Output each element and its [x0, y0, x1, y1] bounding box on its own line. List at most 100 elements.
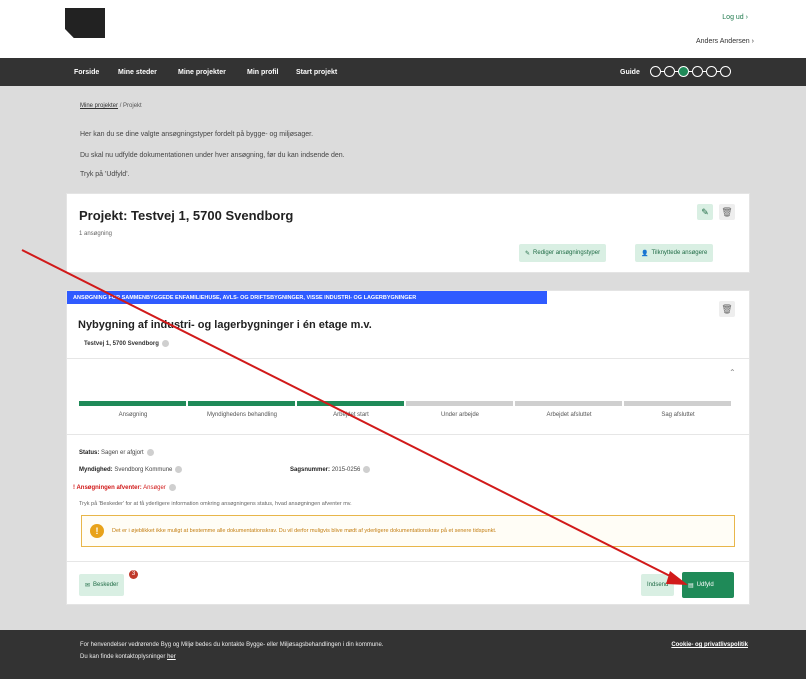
user-name[interactable]: Anders Andersen › [696, 38, 754, 45]
warning-text: Det er i øjeblikket ikke muligt at beste… [112, 528, 497, 534]
footer-contact-link[interactable]: her [167, 654, 176, 660]
delete-project-button[interactable]: 🗑 [719, 204, 735, 220]
guide-step[interactable] [664, 66, 675, 77]
trash-icon: 🗑 [721, 303, 733, 314]
submit-button[interactable]: Indsend [641, 574, 675, 596]
cookie-policy-link[interactable]: Cookie- og privatlivspolitik [671, 642, 748, 648]
chevron-right-icon: › [745, 14, 748, 21]
project-title: Projekt: Testvej 1, 5700 Svendborg [79, 208, 294, 223]
envelope-icon: ✉ [85, 582, 91, 589]
application-address: Testvej 1, 5700 Svendborg [84, 340, 169, 347]
awaits-label: ! Ansøgningen afventer: [73, 485, 142, 492]
project-card: Projekt: Testvej 1, 5700 Svendborg 1 ans… [66, 193, 750, 273]
messages-label: Beskeder [93, 582, 119, 588]
fill-out-label: Udfyld [696, 582, 714, 588]
pencil-icon: ✎ [701, 206, 709, 217]
edit-project-button[interactable]: ✎ [697, 204, 713, 220]
linked-applicants-button[interactable]: 👤 Tilknyttede ansøgere [635, 244, 714, 262]
authority-value: Svendborg Kommune [114, 467, 173, 474]
nav-item-mine-steder[interactable]: Mine steder [118, 69, 157, 76]
authority-line: Myndighed: Svendborg Kommune [79, 466, 183, 474]
breadcrumb-link-mine-projekter[interactable]: Mine projekter [80, 103, 118, 109]
application-card: ANSØGNING FOR SAMMENBYGGEDE ENFAMILIEHUS… [66, 290, 750, 605]
chevron-up-icon[interactable]: ⌃ [729, 368, 736, 377]
intro-line-2: Du skal nu udfylde dokumentationen under… [80, 152, 345, 159]
user-name-label: Anders Andersen [696, 38, 750, 45]
intro-line-1: Her kan du se dine valgte ansøgningstype… [80, 131, 314, 138]
status-label: Status: [79, 450, 100, 457]
divider [67, 358, 749, 359]
progress-step-bar [297, 401, 404, 406]
fill-out-button[interactable]: ▤ Udfyld [682, 572, 734, 598]
logo[interactable] [65, 8, 105, 38]
guide-step[interactable] [720, 66, 731, 77]
guide-step[interactable] [692, 66, 703, 77]
linked-applicants-label: Tilknyttede ansøgere [651, 250, 708, 256]
divider [67, 434, 749, 435]
footer: For henvendelser vedrørende Byg og Miljø… [0, 630, 806, 679]
status-line: Status: Sagen er afgjort [79, 449, 154, 456]
case-number-value: 2015-0256 [331, 467, 361, 474]
messages-badge: 3 [129, 570, 138, 579]
logout-link[interactable]: Log ud › [722, 14, 748, 21]
help-icon[interactable] [175, 466, 183, 473]
delete-application-button[interactable]: 🗑 [719, 301, 735, 317]
progress-step-label: Arbejdet afsluttet [546, 412, 592, 418]
guide-step[interactable] [706, 66, 717, 77]
progress-step-label: Sag afsluttet [661, 412, 695, 418]
footer-contact-line-2: Du kan finde kontaktoplysninger her [80, 654, 176, 660]
progress-step-label: Myndighedens behandling [206, 412, 278, 418]
progress-step-bar [188, 401, 295, 406]
nav-item-mine-projekter[interactable]: Mine projekter [178, 69, 226, 76]
chevron-right-icon: › [751, 38, 754, 45]
messages-hint: Tryk på 'Beskeder' for at få yderligere … [79, 501, 352, 507]
guide-step[interactable] [650, 66, 661, 77]
divider [67, 561, 749, 562]
nav-item-start-projekt[interactable]: Start projekt [296, 69, 337, 76]
nav-item-min-profil[interactable]: Min profil [247, 69, 279, 76]
main-nav: Forside Mine steder Mine projekter Min p… [0, 58, 806, 86]
edit-application-types-label: Rediger ansøgningstyper [533, 250, 601, 256]
pencil-icon: ✎ [525, 250, 531, 257]
messages-button[interactable]: ✉ Beskeder [79, 574, 125, 596]
breadcrumb-current: Projekt [123, 103, 142, 109]
warning-icon: ! [90, 524, 104, 538]
edit-application-types-button[interactable]: ✎ Rediger ansøgningstyper [519, 244, 607, 262]
project-application-count: 1 ansøgning [79, 231, 113, 237]
nav-item-forside[interactable]: Forside [74, 69, 99, 76]
progress-step-label: Under arbejde [440, 412, 480, 418]
footer-contact-prefix: Du kan finde kontaktoplysninger [80, 654, 166, 660]
trash-icon: 🗑 [721, 206, 733, 217]
user-icon: 👤 [641, 250, 649, 257]
warning-box: ! Det er i øjeblikket ikke muligt at bes… [81, 515, 735, 547]
authority-label: Myndighed: [79, 467, 113, 474]
help-icon[interactable] [168, 484, 176, 491]
case-number-label: Sagsnummer: [290, 467, 331, 474]
help-icon[interactable] [146, 449, 154, 456]
guide-step-active[interactable] [678, 66, 689, 77]
breadcrumb-separator: / [119, 103, 122, 109]
top-header: Log ud › Anders Andersen › [0, 0, 806, 58]
logout-label: Log ud [722, 14, 744, 21]
guide-steps[interactable] [650, 66, 731, 77]
awaits-line: ! Ansøgningen afventer: Ansøger [73, 484, 176, 491]
progress-step-bar [515, 401, 622, 406]
help-icon[interactable] [363, 466, 371, 473]
progress-step-bar [624, 401, 731, 406]
intro-line-3: Tryk på 'Udfyld'. [80, 171, 130, 178]
guide-label[interactable]: Guide [620, 69, 640, 76]
progress-step-label: Arbejdet start [333, 412, 369, 418]
form-icon: ▤ [688, 582, 694, 589]
progress-step-bar [406, 401, 513, 406]
application-address-label: Testvej 1, 5700 Svendborg [84, 341, 159, 348]
progress-step-label: Ansøgning [118, 412, 148, 418]
status-value: Sagen er afgjort [101, 450, 144, 457]
breadcrumb: Mine projekter / Projekt [80, 103, 142, 109]
footer-contact-text: For henvendelser vedrørende Byg og Miljø… [80, 642, 384, 648]
application-title: Nybygning af industri- og lagerbygninger… [78, 319, 372, 331]
help-icon[interactable] [161, 340, 169, 347]
progress-step-bar [79, 401, 186, 406]
application-type-banner: ANSØGNING FOR SAMMENBYGGEDE ENFAMILIEHUS… [67, 291, 547, 304]
awaits-value: Ansøger [143, 485, 166, 492]
submit-label: Indsend [647, 582, 669, 588]
